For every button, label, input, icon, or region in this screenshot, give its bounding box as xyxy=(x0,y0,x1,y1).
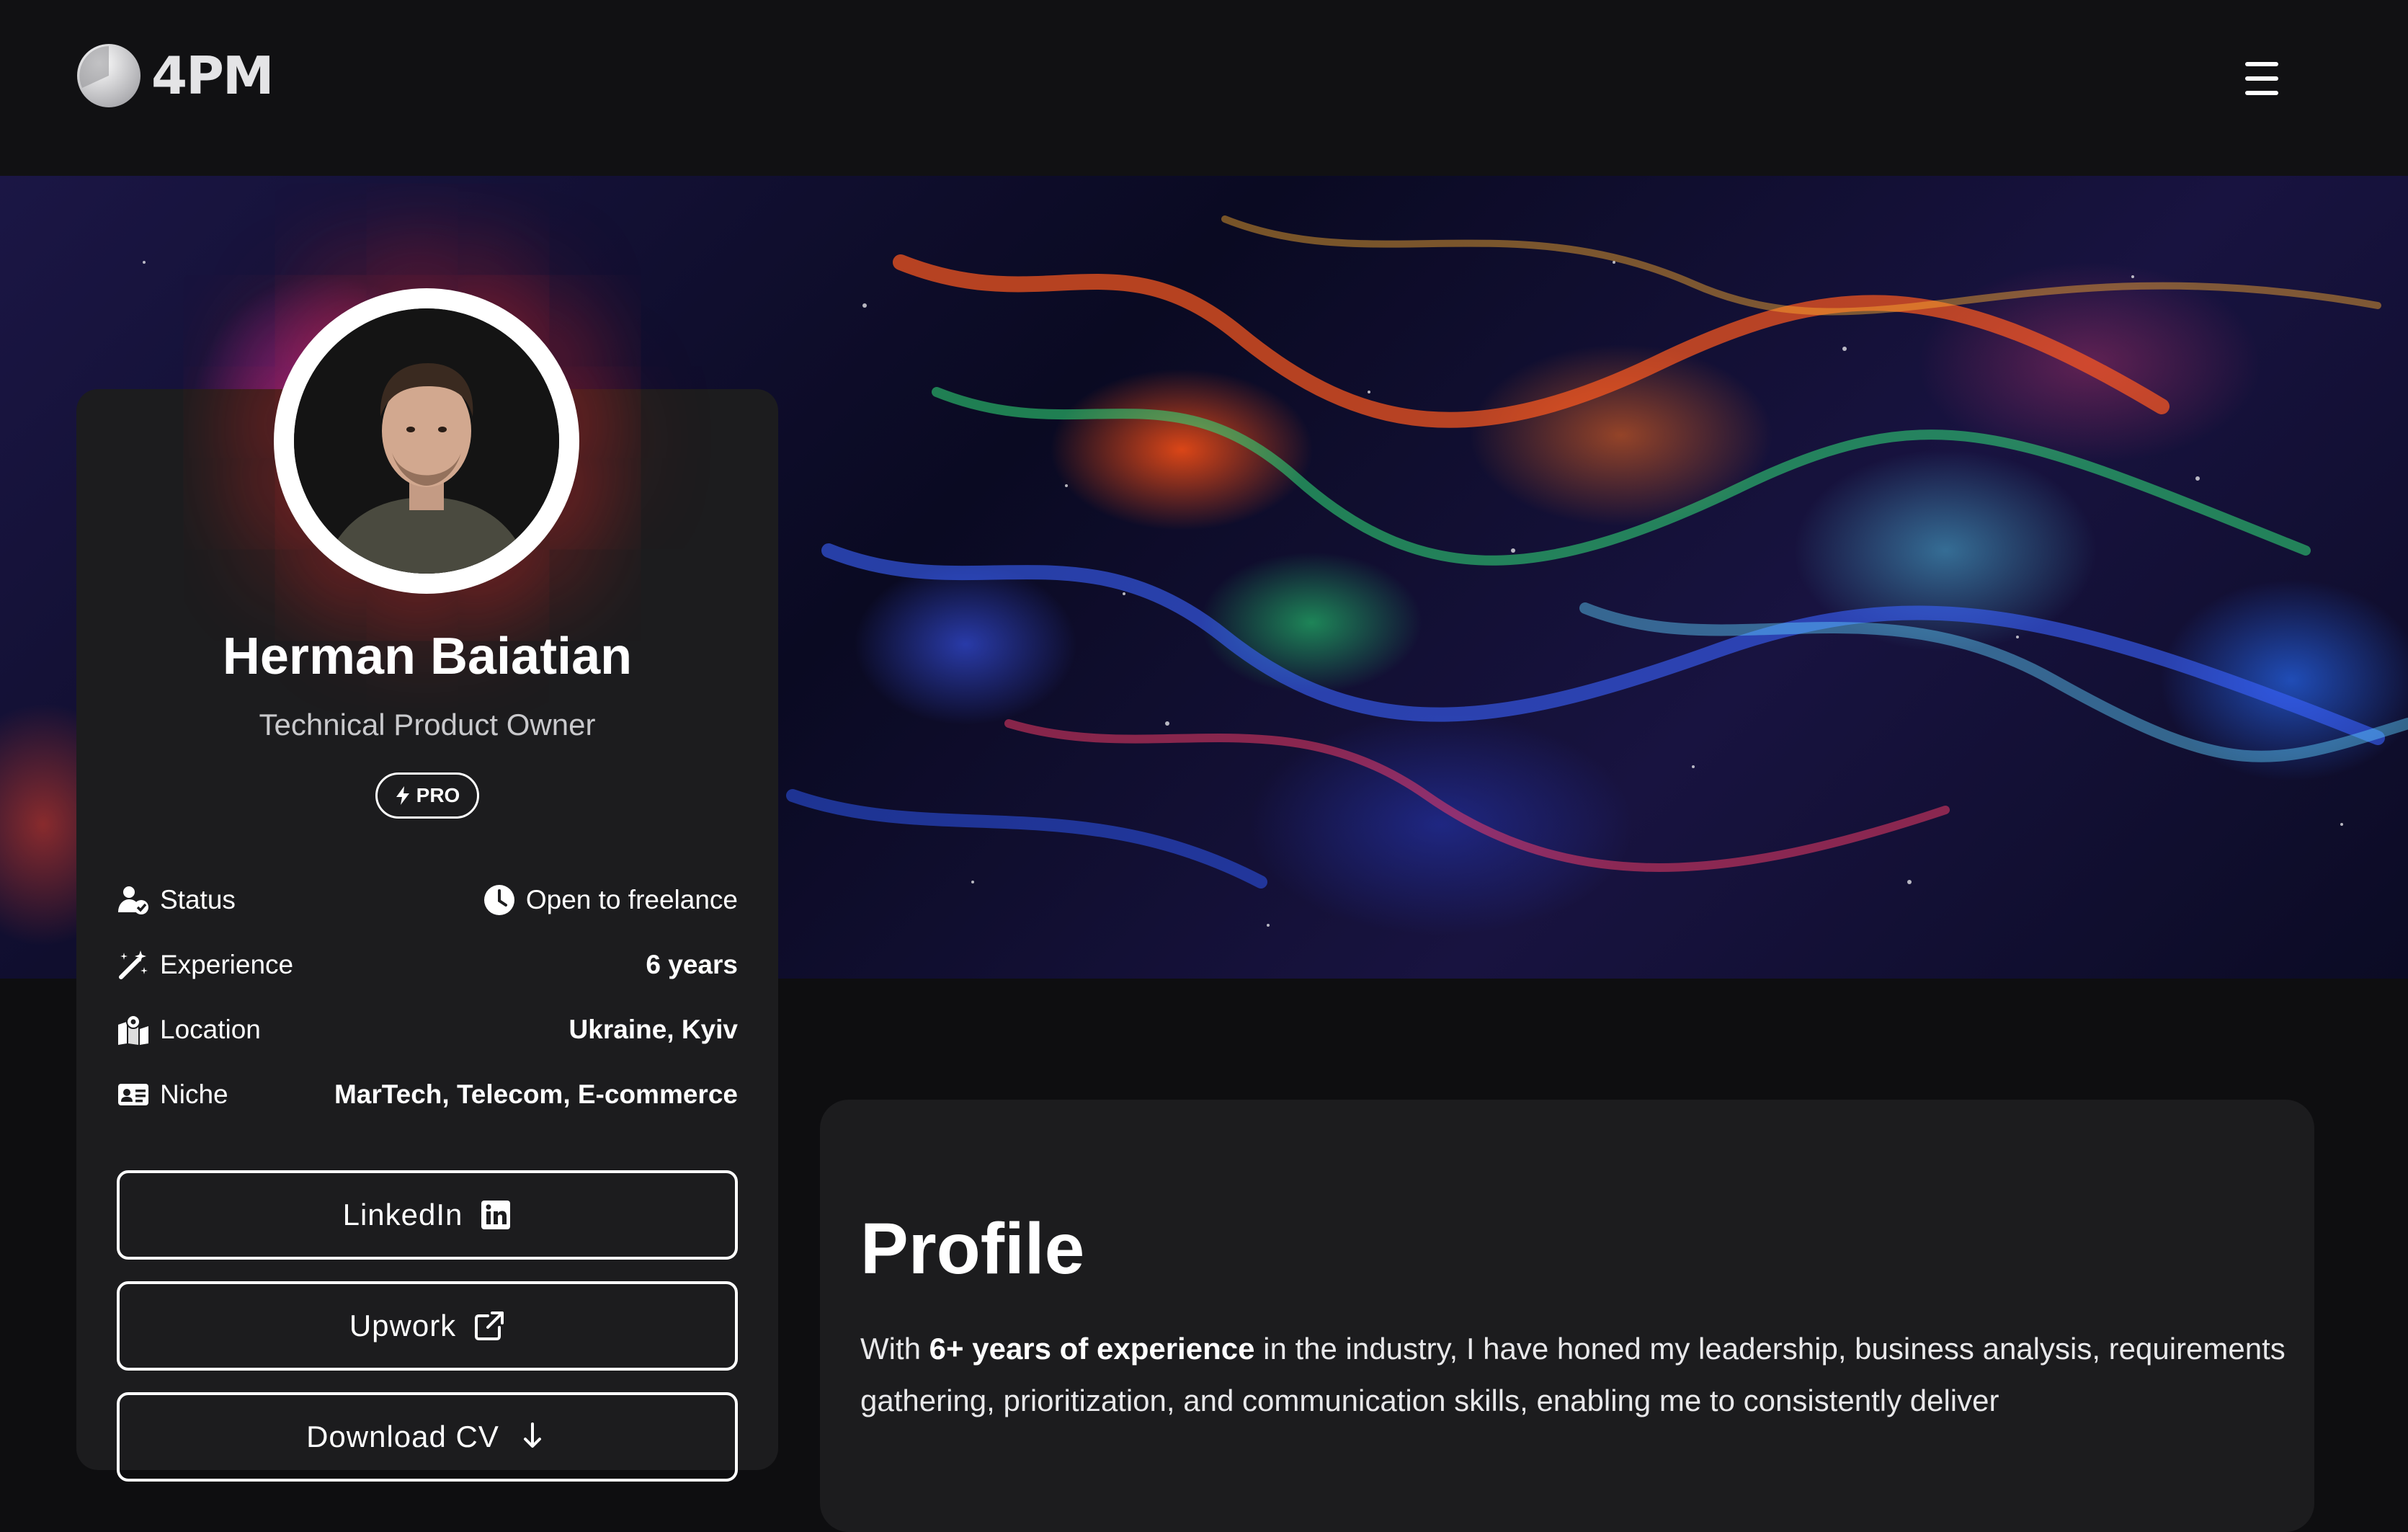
logo-text: 4PM xyxy=(151,45,275,106)
info-row-location: Location Ukraine, Kyiv xyxy=(117,997,738,1062)
profile-description-highlight: 6+ years of experience xyxy=(929,1332,1255,1366)
profile-description: With 6+ years of experience in the indus… xyxy=(860,1332,2286,1417)
profile-section-title: Profile xyxy=(860,1208,1085,1289)
info-label-experience: Experience xyxy=(160,950,294,979)
info-value-experience: 6 years xyxy=(646,950,738,979)
logo[interactable]: 4PM xyxy=(76,43,275,108)
avatar xyxy=(274,288,579,594)
hamburger-menu-button[interactable] xyxy=(2234,56,2290,101)
profile-name: Herman Baiatian xyxy=(222,628,633,685)
info-row-status: Status Open to freelance xyxy=(117,868,738,932)
menu-icon-bar xyxy=(2245,91,2278,95)
pro-badge-label: PRO xyxy=(416,784,460,806)
clock-icon xyxy=(483,883,516,917)
info-row-experience: Experience 6 years xyxy=(117,932,738,997)
linkedin-icon xyxy=(480,1199,512,1231)
profile-role: Technical Product Owner xyxy=(259,708,596,741)
user-check-icon xyxy=(117,883,150,917)
linkedin-button[interactable]: LinkedIn xyxy=(117,1170,738,1260)
map-pin-icon xyxy=(117,1013,150,1046)
upwork-button[interactable]: Upwork xyxy=(117,1281,738,1371)
linkedin-button-label: LinkedIn xyxy=(342,1198,463,1232)
menu-icon-bar xyxy=(2245,76,2278,81)
download-arrow-icon xyxy=(517,1421,548,1453)
profile-section: Profile With 6+ years of experience in t… xyxy=(820,1100,2314,1532)
profile-info-list: Status Open to freelance Experience 6 ye… xyxy=(117,868,738,1127)
info-label-location: Location xyxy=(160,1015,261,1044)
top-header: 4PM xyxy=(0,0,2408,176)
pro-badge: PRO xyxy=(375,772,479,819)
info-value-niche: MarTech, Telecom, E-commerce xyxy=(334,1079,738,1109)
magic-wand-icon xyxy=(117,948,150,981)
logo-icon xyxy=(77,44,141,107)
info-value-location: Ukraine, Kyiv xyxy=(568,1015,738,1044)
menu-icon-bar xyxy=(2245,62,2278,66)
info-label-niche: Niche xyxy=(160,1079,228,1109)
external-link-icon xyxy=(473,1310,505,1342)
info-value-status: Open to freelance xyxy=(525,885,738,914)
id-card-icon xyxy=(117,1078,150,1111)
info-label-status: Status xyxy=(160,885,236,914)
avatar-photo xyxy=(294,308,559,574)
upwork-button-label: Upwork xyxy=(349,1309,457,1342)
info-row-niche: Niche MarTech, Telecom, E-commerce xyxy=(117,1062,738,1127)
profile-card: Herman Baiatian Technical Product Owner … xyxy=(76,288,778,1482)
lightning-icon xyxy=(396,786,409,805)
download-cv-button-label: Download CV xyxy=(306,1420,499,1453)
download-cv-button[interactable]: Download CV xyxy=(117,1392,738,1482)
